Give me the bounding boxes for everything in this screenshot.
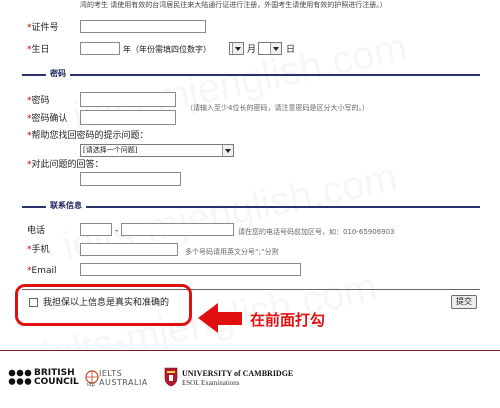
phone-label: 电话: [27, 226, 46, 236]
password-hint: （请输入至少4位长的密码，请注意密码是区分大小写的。）: [186, 104, 369, 112]
cambridge-subtitle: ESOL Examinations: [182, 379, 240, 387]
security-question-select[interactable]: [请选择一个问题]: [80, 144, 234, 157]
british-council-dots-icon: [8, 369, 32, 385]
phone-dash: -: [115, 226, 119, 236]
id-number-input[interactable]: [80, 20, 206, 33]
section-divider: [22, 206, 480, 208]
birth-month-select[interactable]: [229, 42, 244, 55]
security-answer-input[interactable]: [80, 172, 181, 186]
birth-day-select[interactable]: [258, 42, 282, 55]
chevron-down-icon: [270, 43, 281, 54]
mobile-label: *手机: [27, 245, 50, 255]
british-council-logo: BRITISH COUNCIL: [34, 368, 79, 387]
section-heading-contact: 联系信息: [46, 201, 86, 211]
phone-number-input[interactable]: [121, 223, 234, 236]
security-question-label: *帮助您找回密码的提示问题：: [27, 131, 149, 141]
arrow-left-icon: [198, 303, 242, 333]
section-heading-password: 密码: [46, 69, 70, 79]
security-answer-label: *对此问题的回答：: [27, 160, 104, 170]
password-confirm-label: *密码确认: [27, 114, 68, 124]
idp-small-label: idp: [87, 382, 95, 388]
mobile-hint: 多个号码请用英文分号“;”分割: [185, 248, 279, 256]
password-confirm-input[interactable]: [80, 110, 176, 125]
id-label: *证件号: [27, 23, 59, 33]
email-label: *Email: [27, 266, 57, 276]
guarantee-label: 我担保以上信息是真实和准确的: [43, 298, 170, 308]
day-label: 日: [286, 45, 296, 55]
chevron-down-icon: [222, 145, 233, 156]
chevron-down-icon: [232, 43, 243, 54]
birth-year-input[interactable]: [80, 42, 120, 55]
guarantee-checkbox[interactable]: [29, 298, 38, 307]
phone-hint: 请在您的电话号码前加区号，如：010-65906903: [238, 228, 395, 236]
password-label: *密码: [27, 96, 50, 106]
dob-label: *生日: [27, 45, 50, 55]
cambridge-title: UNIVERSITY of CAMBRIDGE: [182, 369, 294, 378]
submit-button[interactable]: 提交: [451, 295, 477, 309]
annotation-text: 在前面打勾: [250, 311, 326, 329]
year-hint: 年（年份需填四位数字）: [123, 45, 211, 54]
section-divider: [22, 74, 480, 76]
password-input[interactable]: [80, 92, 176, 107]
idp-ielts-logo: IELTS AUSTRALIA: [99, 369, 148, 387]
mobile-input[interactable]: [80, 243, 178, 256]
phone-area-input[interactable]: [80, 223, 112, 236]
notice-line: 湾的考生 请使用有效的台湾居民往来大陆通行证进行注册，外国考生请使用有效的护照进…: [80, 1, 387, 9]
email-input[interactable]: [80, 263, 301, 276]
month-label: 月: [247, 45, 257, 55]
footer-logos: BRITISH COUNCIL idp IELTS AUSTRALIA UNIVER…: [0, 350, 500, 408]
cambridge-crest-icon: [164, 367, 178, 387]
